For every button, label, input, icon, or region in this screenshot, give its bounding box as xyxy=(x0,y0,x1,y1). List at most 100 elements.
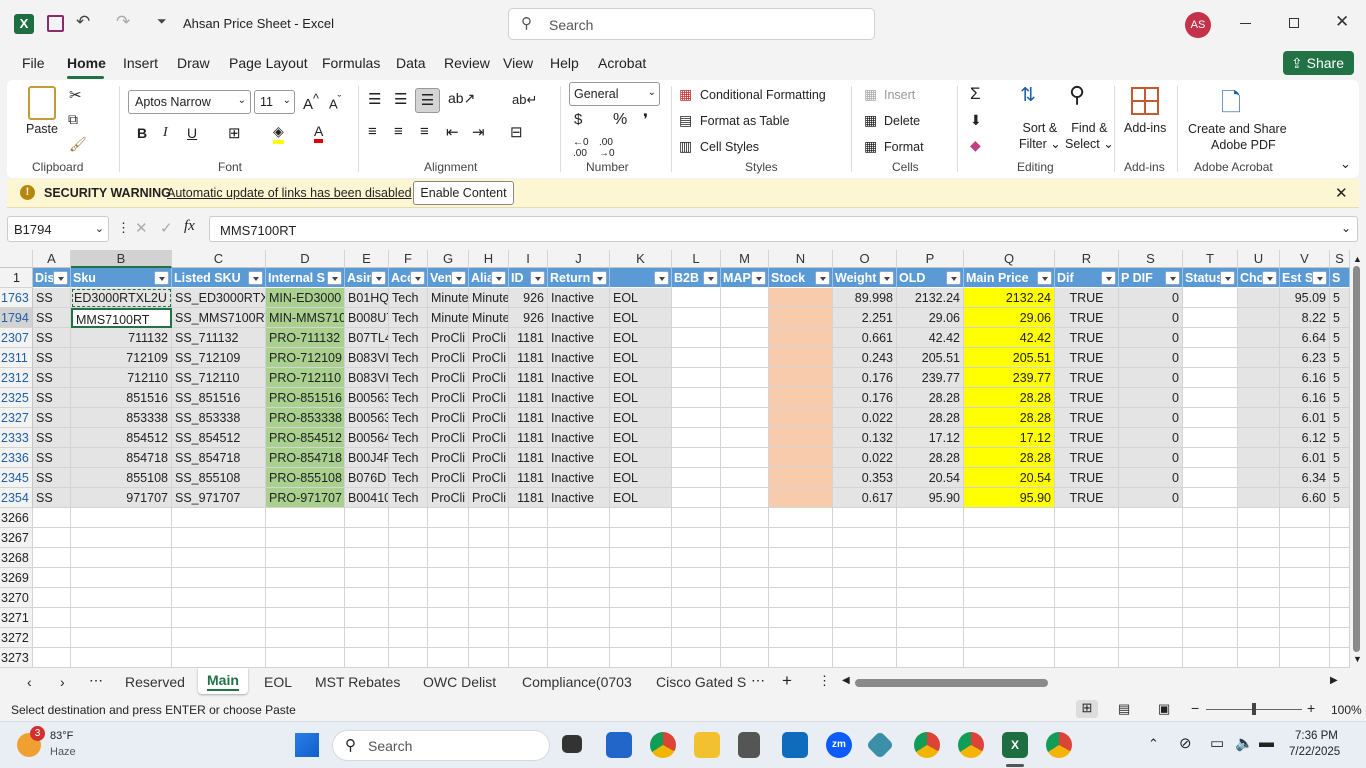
sheet-tab-owc-delist[interactable]: OWC Delist xyxy=(423,674,496,690)
table-cell[interactable]: 5 xyxy=(1330,328,1350,348)
scroll-down-icon[interactable]: ▼ xyxy=(1353,654,1362,664)
cut-icon[interactable]: ✂ xyxy=(69,86,82,104)
scroll-right-icon[interactable]: ▶ xyxy=(1330,675,1338,686)
filter-dropdown-icon[interactable] xyxy=(491,271,506,285)
table-header-cell[interactable]: S xyxy=(1330,268,1350,288)
table-cell[interactable]: 0 xyxy=(1119,308,1183,328)
table-cell[interactable] xyxy=(721,428,769,448)
table-cell[interactable] xyxy=(769,388,833,408)
filter-active-icon[interactable] xyxy=(53,271,68,285)
tab-formulas[interactable]: Formulas xyxy=(322,55,380,71)
table-cell[interactable]: Minute xyxy=(469,288,509,308)
table-cell[interactable]: Tech xyxy=(389,488,428,508)
table-cell[interactable] xyxy=(721,448,769,468)
table-cell[interactable]: 28.28 xyxy=(897,448,964,468)
table-cell[interactable]: TRUE xyxy=(1055,488,1119,508)
table-cell[interactable]: Inactive xyxy=(548,388,610,408)
table-cell[interactable]: 2132.24 xyxy=(964,288,1055,308)
table-cell[interactable]: 205.51 xyxy=(964,348,1055,368)
fill-icon[interactable]: ⬇ xyxy=(970,112,982,129)
file-explorer-icon[interactable] xyxy=(694,732,720,758)
table-cell[interactable] xyxy=(672,428,721,448)
create-pdf-button[interactable]: Create and Share Adobe PDF xyxy=(1188,121,1287,153)
table-cell[interactable] xyxy=(1183,408,1238,428)
table-cell[interactable]: SS_854512 xyxy=(172,428,266,448)
vertical-scrollbar[interactable]: ▲ ▼ xyxy=(1350,250,1366,668)
row-header[interactable]: 2312 xyxy=(0,368,33,388)
table-cell[interactable]: MMS7100RT xyxy=(71,308,172,328)
table-cell[interactable]: Tech xyxy=(389,288,428,308)
tab-home[interactable]: Home xyxy=(67,55,106,71)
chrome-profile-3-icon[interactable] xyxy=(1046,732,1072,758)
table-cell[interactable]: B01HQ xyxy=(345,288,389,308)
table-cell[interactable] xyxy=(672,468,721,488)
table-cell[interactable] xyxy=(672,388,721,408)
table-cell[interactable]: 28.28 xyxy=(964,448,1055,468)
next-sheet-icon[interactable]: › xyxy=(60,674,65,690)
table-cell[interactable]: 5 xyxy=(1330,448,1350,468)
table-cell[interactable] xyxy=(769,368,833,388)
table-cell[interactable]: 0.617 xyxy=(833,488,897,508)
table-cell[interactable]: SS_853338 xyxy=(172,408,266,428)
table-header-cell[interactable]: Alia xyxy=(469,268,509,288)
warning-message[interactable]: Automatic update of links has been disab… xyxy=(167,186,412,200)
column-header[interactable]: D xyxy=(266,250,345,268)
table-cell[interactable]: ProCli xyxy=(428,408,469,428)
table-cell[interactable]: 854718 xyxy=(71,448,172,468)
wrap-text-icon[interactable]: ab↵ xyxy=(512,92,537,108)
table-cell[interactable]: TRUE xyxy=(1055,348,1119,368)
table-cell[interactable]: SS xyxy=(33,288,71,308)
table-cell[interactable]: 0.353 xyxy=(833,468,897,488)
table-cell[interactable]: 0.176 xyxy=(833,368,897,388)
tab-acrobat[interactable]: Acrobat xyxy=(598,55,646,71)
show-hidden-icon[interactable]: ⌃ xyxy=(1148,736,1159,752)
table-cell[interactable]: 89.998 xyxy=(833,288,897,308)
table-cell[interactable]: PRO-854512 xyxy=(266,428,345,448)
table-cell[interactable] xyxy=(769,488,833,508)
table-cell[interactable]: 5 xyxy=(1330,388,1350,408)
clear-icon[interactable]: ◆ xyxy=(970,137,981,154)
table-cell[interactable] xyxy=(1238,408,1280,428)
filter-dropdown-icon[interactable] xyxy=(1165,271,1180,285)
table-cell[interactable]: 851516 xyxy=(71,388,172,408)
filter-active-icon[interactable] xyxy=(592,271,607,285)
table-cell[interactable]: ProCli xyxy=(428,348,469,368)
table-cell[interactable]: 28.28 xyxy=(964,408,1055,428)
table-cell[interactable]: ProCli xyxy=(428,428,469,448)
table-cell[interactable]: 6.23 xyxy=(1280,348,1330,368)
table-cell[interactable]: 0 xyxy=(1119,328,1183,348)
column-header[interactable]: T xyxy=(1183,250,1238,268)
table-cell[interactable]: 1181 xyxy=(509,388,548,408)
clock-time[interactable]: 7:36 PM xyxy=(1295,730,1338,742)
column-header[interactable]: O xyxy=(833,250,897,268)
table-cell[interactable]: SS_ED3000RTXL xyxy=(172,288,266,308)
table-cell[interactable]: Tech xyxy=(389,388,428,408)
expand-formula-icon[interactable]: ⌄ xyxy=(1341,221,1351,235)
zoom-out-icon[interactable]: − xyxy=(1191,700,1199,716)
table-cell[interactable] xyxy=(769,328,833,348)
filter-dropdown-icon[interactable] xyxy=(1262,271,1277,285)
paste-button[interactable]: Paste xyxy=(26,122,58,136)
decrease-decimal-icon[interactable]: .00 →0 xyxy=(599,137,615,159)
customize-qat-icon[interactable]: ⏷ xyxy=(157,14,167,29)
filter-dropdown-icon[interactable] xyxy=(1037,271,1052,285)
column-header[interactable]: K xyxy=(610,250,672,268)
table-cell[interactable]: 1181 xyxy=(509,468,548,488)
table-cell[interactable]: TRUE xyxy=(1055,388,1119,408)
table-cell[interactable]: 17.12 xyxy=(897,428,964,448)
more-sheets-icon[interactable]: ⋯ xyxy=(751,672,765,689)
table-cell[interactable]: Tech xyxy=(389,328,428,348)
comma-icon[interactable]: ❜ xyxy=(643,110,648,130)
table-cell[interactable]: 6.01 xyxy=(1280,448,1330,468)
table-header-cell[interactable]: Dif xyxy=(1055,268,1119,288)
table-cell[interactable] xyxy=(1238,468,1280,488)
sheet-tab-reserved[interactable]: Reserved xyxy=(125,674,185,690)
table-cell[interactable]: 0 xyxy=(1119,468,1183,488)
table-cell[interactable]: ProCli xyxy=(469,348,509,368)
table-cell[interactable]: 28.28 xyxy=(897,408,964,428)
display-icon[interactable]: ▭ xyxy=(1210,734,1224,752)
table-cell[interactable]: ProCli xyxy=(469,328,509,348)
filter-dropdown-icon[interactable] xyxy=(410,271,425,285)
table-cell[interactable] xyxy=(672,488,721,508)
table-cell[interactable]: Inactive xyxy=(548,488,610,508)
